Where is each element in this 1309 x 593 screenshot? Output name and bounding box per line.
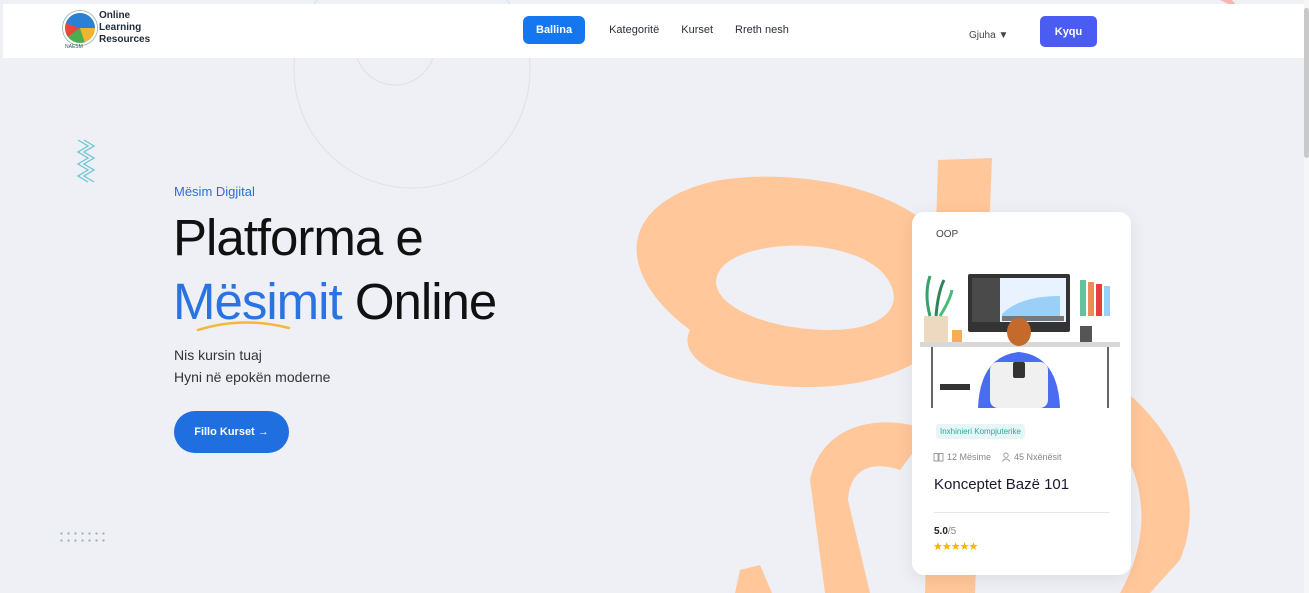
scrollbar-thumb[interactable] [1304, 8, 1309, 158]
lessons-count: 12 Mësime [947, 452, 992, 462]
nav-item-kurset[interactable]: Kurset [681, 24, 713, 36]
course-title[interactable]: Konceptet Bazë 101 [934, 476, 1069, 493]
brand-line-1: Online [99, 10, 131, 21]
brand-small-text: NAESM [65, 44, 83, 50]
course-illustration [920, 266, 1120, 408]
title-underline-decoration [196, 321, 291, 332]
hero-subtitle-line-1: Nis kursin tuaj [174, 347, 262, 363]
course-card[interactable]: OOP Inxhinieri Kompjuterike 12 Mësime 45… [912, 212, 1131, 575]
hero-subtitle-line-2: Hyni në epokën moderne [174, 369, 331, 385]
user-icon [1001, 452, 1011, 462]
rating-stars-icon: ★★★★★ [933, 540, 978, 553]
brand-logo[interactable]: Online Learning Resources NAESM [63, 10, 150, 50]
brand-line-3: Resources [99, 34, 151, 45]
login-button[interactable]: Kyqu [1040, 16, 1097, 47]
course-tag[interactable]: Inxhinieri Kompjuterike [936, 424, 1025, 439]
start-courses-button[interactable]: Fillo Kurset → [174, 411, 289, 453]
rating-max: /5 [947, 526, 957, 537]
brand-line-2: Learning [99, 22, 142, 33]
main-nav: Ballina Kategoritë Kurset Rreth nesh [523, 16, 811, 44]
globe-logo-icon [63, 11, 97, 45]
course-meta: 12 Mësime 45 Nxënësit [933, 452, 1066, 462]
dot-grid-decoration [58, 530, 106, 546]
students-count: 45 Nxënësit [1014, 452, 1062, 462]
language-dropdown[interactable]: Gjuha ▼ [969, 30, 1008, 41]
nav-item-ballina[interactable]: Ballina [523, 16, 586, 44]
nav-item-rreth-nesh[interactable]: Rreth nesh [735, 24, 789, 36]
zigzag-decoration [76, 139, 96, 183]
hero-eyebrow: Mësim Digjital [174, 184, 255, 199]
course-category: OOP [936, 229, 959, 240]
nav-item-kategorite[interactable]: Kategoritë [609, 24, 659, 36]
book-icon [933, 453, 944, 462]
top-navbar: Online Learning Resources NAESM Ballina … [3, 4, 1305, 58]
card-divider [934, 512, 1110, 513]
brand-name: Online Learning Resources [99, 10, 150, 46]
page-scrollbar[interactable] [1304, 0, 1309, 593]
hero-title-rest: Online [341, 273, 497, 330]
hero-title-line-1: Platforma e [173, 209, 424, 266]
course-rating: 5.0/5 [934, 526, 956, 537]
rating-value: 5.0 [934, 526, 948, 537]
